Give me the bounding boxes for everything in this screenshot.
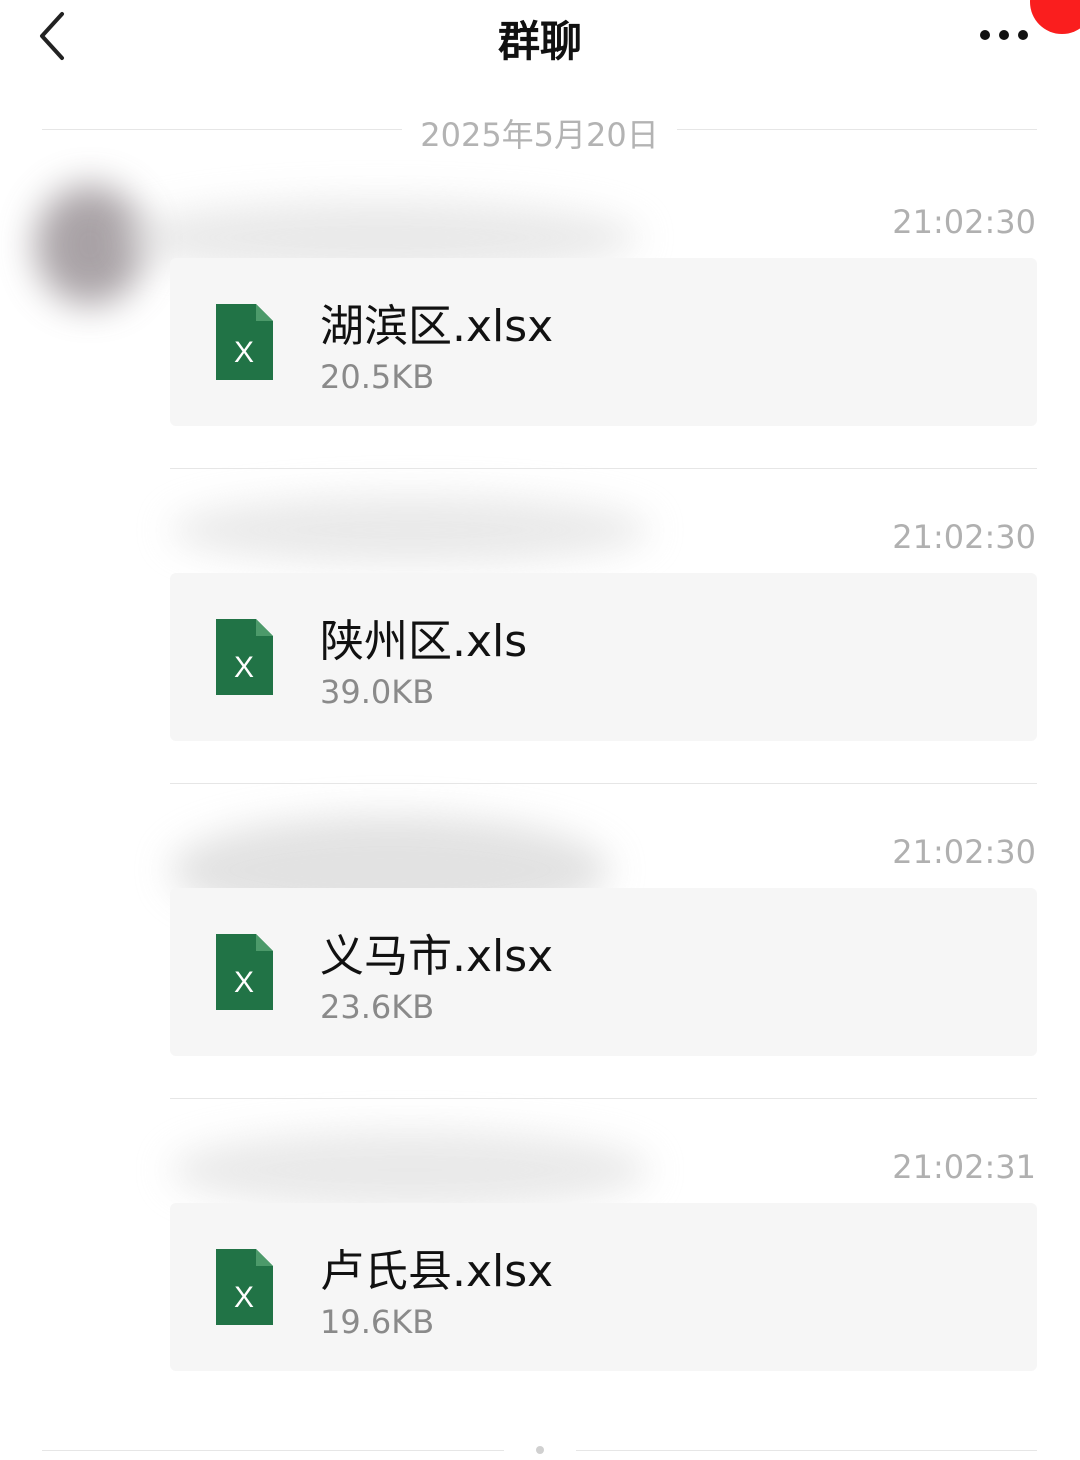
message-time: 21:02:30 [892, 518, 1036, 556]
file-name: 陕州区.xls [320, 616, 528, 667]
message-item: 21:02:30 X 义马市.xlsx 23.6KB [0, 833, 1080, 1073]
file-name: 卢氏县.xlsx [320, 1246, 554, 1297]
file-size: 19.6KB [320, 1303, 435, 1341]
message-separator [170, 468, 1037, 469]
more-dots-icon [980, 30, 990, 40]
bottom-divider [42, 1440, 1037, 1460]
svg-text:X: X [234, 651, 254, 684]
divider-dot [536, 1446, 544, 1454]
svg-text:X: X [234, 336, 254, 369]
excel-file-icon: X [216, 304, 273, 380]
message-separator [170, 783, 1037, 784]
date-divider: 2025年5月20日 [42, 110, 1037, 154]
svg-text:X: X [234, 966, 254, 999]
excel-file-icon: X [216, 934, 273, 1010]
message-separator [170, 1098, 1037, 1099]
more-button[interactable] [968, 22, 1038, 48]
message-item: 21:02:30 X 陕州区.xls 39.0KB [0, 518, 1080, 758]
message-item: 21:02:30 X 湖滨区.xlsx 20.5KB [0, 203, 1080, 443]
nav-bar: 群聊 [0, 0, 1080, 80]
divider-line [42, 1450, 504, 1451]
message-time: 21:02:30 [892, 203, 1036, 241]
message-item: 21:02:31 X 卢氏县.xlsx 19.6KB [0, 1148, 1080, 1388]
message-time: 21:02:31 [892, 1148, 1036, 1186]
file-card[interactable]: X 义马市.xlsx 23.6KB [170, 888, 1037, 1056]
file-card[interactable]: X 卢氏县.xlsx 19.6KB [170, 1203, 1037, 1371]
file-name: 湖滨区.xlsx [320, 301, 554, 352]
excel-file-icon: X [216, 619, 273, 695]
page-title: 群聊 [497, 17, 582, 66]
date-label: 2025年5月20日 [420, 116, 659, 154]
file-size: 20.5KB [320, 358, 435, 396]
file-size: 23.6KB [320, 988, 435, 1026]
file-size: 39.0KB [320, 673, 435, 711]
divider-line [576, 1450, 1037, 1451]
svg-text:X: X [234, 1281, 254, 1314]
file-name: 义马市.xlsx [320, 931, 554, 982]
message-time: 21:02:30 [892, 833, 1036, 871]
file-card[interactable]: X 湖滨区.xlsx 20.5KB [170, 258, 1037, 426]
file-card[interactable]: X 陕州区.xls 39.0KB [170, 573, 1037, 741]
excel-file-icon: X [216, 1249, 273, 1325]
divider-line [677, 129, 1037, 130]
